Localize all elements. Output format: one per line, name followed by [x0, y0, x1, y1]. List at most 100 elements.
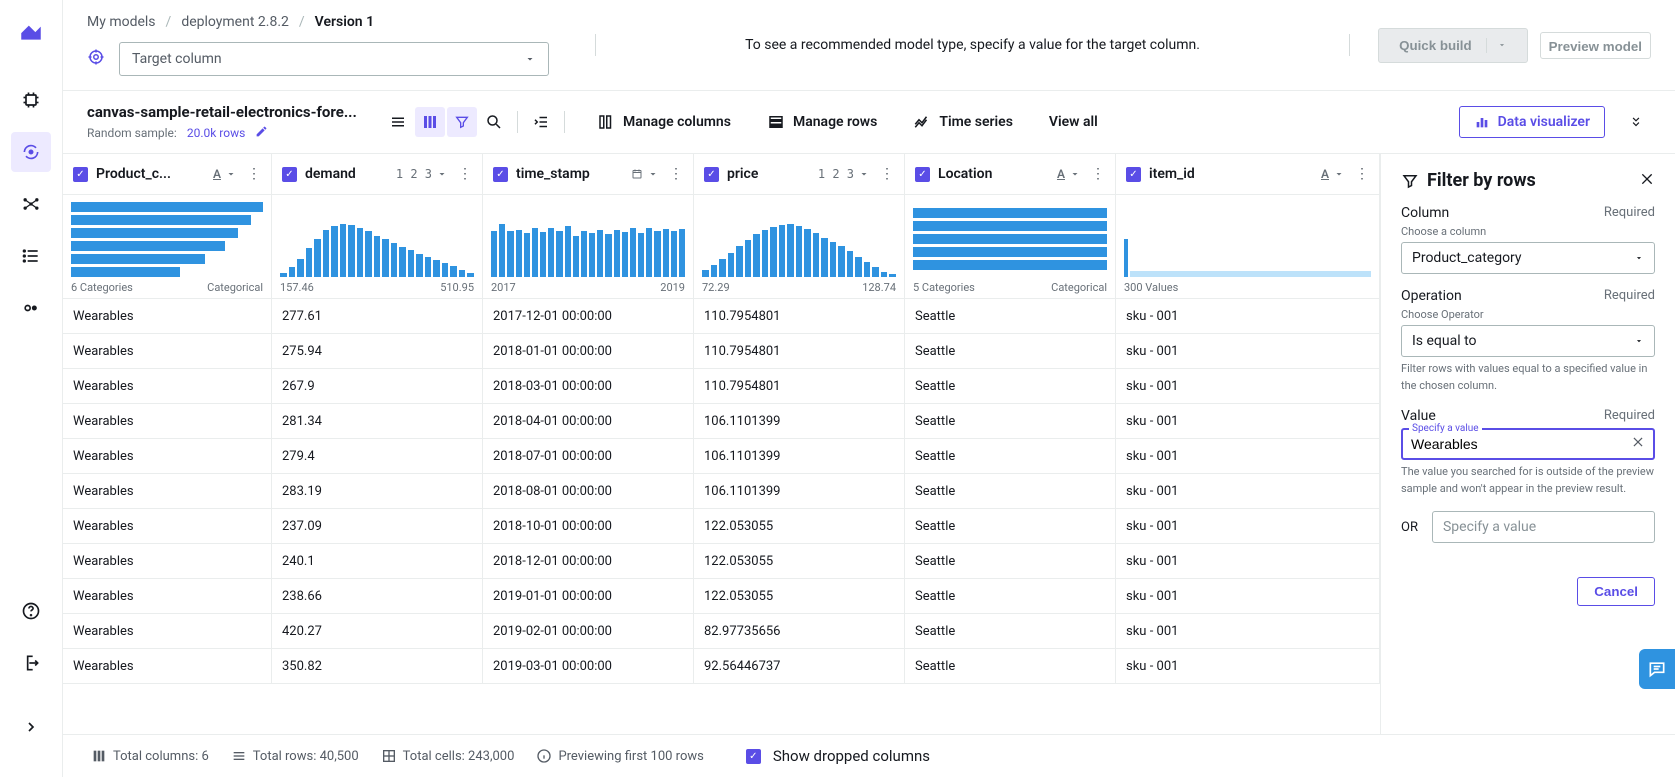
- nav-chip-icon[interactable]: [11, 80, 51, 120]
- column-name: Location: [938, 166, 1049, 182]
- preview-model-button[interactable]: Preview model: [1540, 32, 1651, 59]
- rows-link[interactable]: 20.0k rows: [187, 126, 245, 140]
- breadcrumb: My models / deployment 2.8.2 / Version 1: [87, 14, 567, 30]
- close-icon[interactable]: [1639, 171, 1655, 191]
- table-row[interactable]: Wearables420.272019-02-01 00:00:0082.977…: [63, 614, 1380, 649]
- column-preview: 6 CategoriesCategorical: [63, 195, 272, 298]
- nav-toggle-icon[interactable]: [11, 288, 51, 328]
- table-cell: 2018-01-01 00:00:00: [483, 334, 694, 368]
- table-cell: Seattle: [905, 649, 1116, 683]
- column-type-icon[interactable]: A: [1321, 167, 1345, 181]
- clear-value-icon[interactable]: [1631, 435, 1645, 453]
- column-select[interactable]: Product_category: [1401, 242, 1655, 274]
- column-header[interactable]: ✓ item_id A ⋮: [1116, 154, 1380, 194]
- manage-rows-button[interactable]: Manage rows: [757, 107, 887, 137]
- column-checkbox[interactable]: ✓: [73, 167, 88, 182]
- filter-icon[interactable]: [447, 107, 477, 137]
- time-series-button[interactable]: Time series: [903, 107, 1023, 137]
- column-header[interactable]: ✓ demand 1 2 3 ⋮: [272, 154, 483, 194]
- table-cell: 237.09: [272, 509, 483, 543]
- column-type-icon[interactable]: A: [1057, 167, 1081, 181]
- crumb-models[interactable]: My models: [87, 14, 156, 30]
- logout-icon[interactable]: [11, 643, 51, 683]
- data-visualizer-button[interactable]: Data visualizer: [1459, 106, 1605, 138]
- table-cell: 2019-01-01 00:00:00: [483, 579, 694, 613]
- show-dropped-label: Show dropped columns: [773, 747, 930, 765]
- table-cell: Seattle: [905, 299, 1116, 333]
- table-cell: Seattle: [905, 334, 1116, 368]
- table-cell: 106.1101399: [694, 439, 905, 473]
- show-dropped-checkbox[interactable]: ✓: [746, 749, 761, 764]
- column-type-icon[interactable]: [631, 168, 659, 180]
- table-row[interactable]: Wearables281.342018-04-01 00:00:00106.11…: [63, 404, 1380, 439]
- or-value-input[interactable]: Specify a value: [1432, 511, 1655, 543]
- view-all-button[interactable]: View all: [1039, 108, 1108, 136]
- column-checkbox[interactable]: ✓: [704, 167, 719, 182]
- column-menu-icon[interactable]: ⋮: [878, 166, 896, 182]
- column-type-icon[interactable]: 1 2 3: [396, 167, 448, 181]
- table-cell: 279.4: [272, 439, 483, 473]
- column-header[interactable]: ✓ Product_c... A ⋮: [63, 154, 272, 194]
- table-row[interactable]: Wearables267.92018-03-01 00:00:00110.795…: [63, 369, 1380, 404]
- column-checkbox[interactable]: ✓: [282, 167, 297, 182]
- crumb-deployment[interactable]: deployment 2.8.2: [181, 14, 289, 30]
- target-column-select[interactable]: Target column: [119, 42, 549, 76]
- indent-icon[interactable]: [526, 107, 556, 137]
- table-cell: 2019-02-01 00:00:00: [483, 614, 694, 648]
- expand-rail-icon[interactable]: [11, 707, 51, 747]
- table-row[interactable]: Wearables277.612017-12-01 00:00:00110.79…: [63, 299, 1380, 334]
- table-cell: Wearables: [63, 404, 272, 438]
- chevron-down-icon: [1634, 253, 1644, 263]
- manage-columns-button[interactable]: Manage columns: [587, 107, 741, 137]
- panel-title: Filter by rows: [1427, 170, 1631, 191]
- list-view-icon[interactable]: [383, 107, 413, 137]
- nav-sync-icon[interactable]: [11, 132, 51, 172]
- edit-icon[interactable]: [255, 125, 268, 141]
- column-menu-icon[interactable]: ⋮: [1089, 166, 1107, 182]
- column-type-icon[interactable]: 1 2 3: [818, 167, 870, 181]
- table-cell: sku - 001: [1116, 544, 1380, 578]
- nav-list-icon[interactable]: [11, 236, 51, 276]
- filter-icon: [1401, 172, 1419, 190]
- column-header[interactable]: ✓ price 1 2 3 ⋮: [694, 154, 905, 194]
- column-preview: 157.46510.95: [272, 195, 483, 298]
- table-row[interactable]: Wearables283.192018-08-01 00:00:00106.11…: [63, 474, 1380, 509]
- column-checkbox[interactable]: ✓: [493, 167, 508, 182]
- chat-fab[interactable]: [1639, 649, 1675, 689]
- table-cell: Wearables: [63, 614, 272, 648]
- quick-build-button[interactable]: Quick build: [1378, 28, 1528, 63]
- column-menu-icon[interactable]: ⋮: [245, 166, 263, 182]
- column-menu-icon[interactable]: ⋮: [456, 166, 474, 182]
- table-cell: 82.97735656: [694, 614, 905, 648]
- column-menu-icon[interactable]: ⋮: [1353, 166, 1371, 182]
- grid-view-icon[interactable]: [415, 107, 445, 137]
- operation-select[interactable]: Is equal to: [1401, 325, 1655, 357]
- chevron-down-icon[interactable]: [1486, 38, 1507, 53]
- table-row[interactable]: Wearables240.12018-12-01 00:00:00122.053…: [63, 544, 1380, 579]
- column-header[interactable]: ✓ Location A ⋮: [905, 154, 1116, 194]
- table-row[interactable]: Wearables237.092018-10-01 00:00:00122.05…: [63, 509, 1380, 544]
- table-cell: 281.34: [272, 404, 483, 438]
- table-row[interactable]: Wearables238.662019-01-01 00:00:00122.05…: [63, 579, 1380, 614]
- table-cell: Seattle: [905, 404, 1116, 438]
- column-menu-icon[interactable]: ⋮: [667, 166, 685, 182]
- search-icon[interactable]: [479, 107, 509, 137]
- cancel-button[interactable]: Cancel: [1577, 577, 1655, 606]
- column-header[interactable]: ✓ time_stamp ⋮: [483, 154, 694, 194]
- table-row[interactable]: Wearables279.42018-07-01 00:00:00106.110…: [63, 439, 1380, 474]
- value-input[interactable]: [1411, 436, 1631, 452]
- column-checkbox[interactable]: ✓: [1126, 167, 1141, 182]
- help-icon[interactable]: [11, 591, 51, 631]
- app-logo[interactable]: [18, 18, 44, 44]
- table-row[interactable]: Wearables350.822019-03-01 00:00:0092.564…: [63, 649, 1380, 684]
- table-row[interactable]: Wearables275.942018-01-01 00:00:00110.79…: [63, 334, 1380, 369]
- nav-graph-icon[interactable]: [11, 184, 51, 224]
- table-cell: Seattle: [905, 614, 1116, 648]
- column-checkbox[interactable]: ✓: [915, 167, 930, 182]
- column-type-icon[interactable]: A: [213, 167, 237, 181]
- column-name: Product_c...: [96, 166, 205, 182]
- table-cell: sku - 001: [1116, 299, 1380, 333]
- value-input-wrap: Specify a value: [1401, 428, 1655, 460]
- expand-panel-icon[interactable]: [1621, 107, 1651, 137]
- table-cell: 420.27: [272, 614, 483, 648]
